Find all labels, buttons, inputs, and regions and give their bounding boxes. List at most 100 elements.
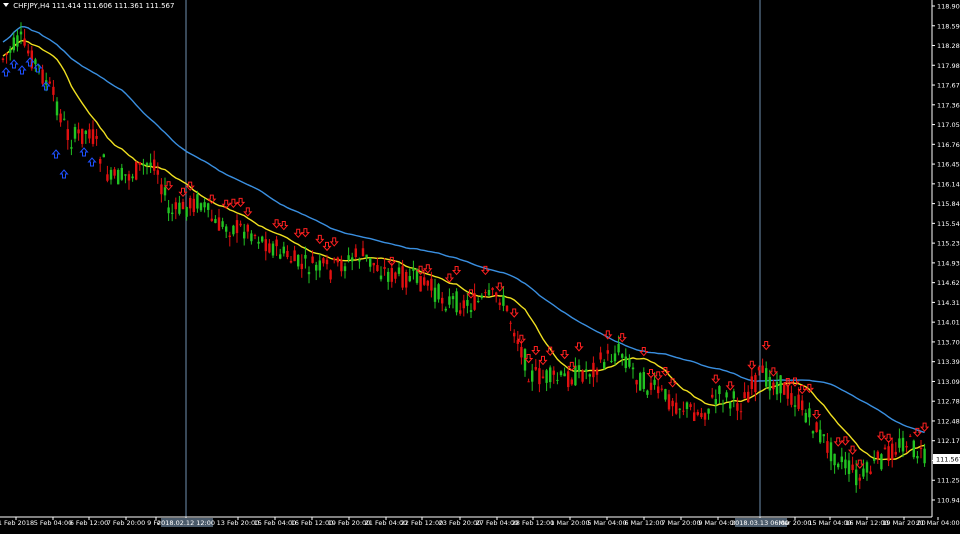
chart-header: CHFJPY,H4 111.414 111.606 111.361 111.56… xyxy=(3,2,174,10)
candle-body xyxy=(487,289,491,296)
price-tick-label: 113.700 xyxy=(937,338,960,346)
candle-body xyxy=(1,58,5,61)
candle-body xyxy=(534,367,537,370)
candle-body xyxy=(894,451,897,455)
price-tick-label: 116.455 xyxy=(937,161,960,169)
buy-arrow-icon xyxy=(87,157,97,167)
candle-body xyxy=(581,370,584,382)
candle-body xyxy=(513,332,516,337)
candle-body xyxy=(725,392,728,398)
sell-arrow-icon xyxy=(790,377,800,387)
candle-body xyxy=(163,187,167,196)
candle-body xyxy=(286,250,289,258)
price-tick-label: 114.010 xyxy=(937,319,960,327)
price-axis[interactable]: 118.905 118.595 118.285 117.985 117.675 117.3… xyxy=(931,0,960,517)
candle-body xyxy=(923,448,926,464)
candle-body xyxy=(394,272,397,279)
sell-arrow-icon xyxy=(228,198,239,209)
candle-body xyxy=(891,443,894,460)
sell-arrow-icon xyxy=(653,371,663,381)
sell-arrow-icon xyxy=(322,241,332,252)
sell-arrow-icon xyxy=(919,422,930,432)
candle-body xyxy=(613,353,617,362)
candle-body xyxy=(797,394,800,409)
candle-body xyxy=(279,254,282,259)
price-tick-label: 115.540 xyxy=(937,220,960,228)
candle-body xyxy=(23,38,26,46)
candle-body xyxy=(466,299,469,306)
candle-body xyxy=(459,310,462,314)
sell-arrow-icon xyxy=(279,221,289,231)
candle-body xyxy=(99,159,102,164)
candle-body xyxy=(358,259,361,262)
price-tick-label: 117.055 xyxy=(937,121,960,129)
price-tick-label: 114.315 xyxy=(937,299,960,307)
candle-body xyxy=(552,370,555,375)
sell-arrow-icon xyxy=(538,355,548,366)
candle-body xyxy=(336,257,339,263)
time-tick-label: 2018.02.12 12:00 xyxy=(157,519,215,527)
price-tick-label: 113.090 xyxy=(937,378,960,386)
price-tick-label: 118.905 xyxy=(937,3,960,11)
sell-arrow-icon xyxy=(509,308,519,318)
candle-body xyxy=(592,362,595,378)
candle-body xyxy=(811,431,815,434)
current-price-label: 111.567 xyxy=(936,456,960,464)
candle-body xyxy=(318,260,321,271)
candle-body xyxy=(149,162,152,167)
sell-arrow-icon xyxy=(271,219,282,229)
candle-body xyxy=(196,194,199,209)
price-tick-label: 111.255 xyxy=(937,477,960,485)
candle-body xyxy=(387,271,390,282)
sell-arrow-icon xyxy=(617,333,627,343)
candle-body xyxy=(631,367,635,370)
candle-body xyxy=(16,35,19,47)
candle-body xyxy=(311,256,314,263)
candle-body xyxy=(570,379,573,385)
candle-body xyxy=(750,376,753,390)
candle-body xyxy=(610,360,613,362)
candle-body xyxy=(156,170,159,175)
sell-arrow-icon xyxy=(495,282,505,292)
chart-window[interactable]: 118.905 118.595 118.285 117.985 117.675 117.3… xyxy=(0,0,960,530)
sell-arrow-icon xyxy=(840,436,851,446)
candle-body xyxy=(34,59,37,65)
candle-body xyxy=(52,86,55,95)
candle-body xyxy=(167,207,170,214)
time-tick-label: 28 Feb 12:00 xyxy=(512,519,555,527)
candle-body xyxy=(12,37,15,51)
candle-body xyxy=(426,280,429,286)
candle-body xyxy=(761,365,764,373)
candle-body xyxy=(693,412,696,422)
time-axis[interactable]: 1 Feb 2018 5 Feb 04:006 Feb 12:007 Feb 20… xyxy=(0,516,960,527)
candle-body xyxy=(365,254,368,258)
candle-body xyxy=(502,295,505,306)
time-tick-label: 1 Mar 20:00 xyxy=(550,519,589,527)
candle-body xyxy=(113,169,116,176)
sell-arrow-icon xyxy=(768,367,779,377)
candle-body xyxy=(909,435,912,437)
price-chart[interactable]: 118.905 118.595 118.285 117.985 117.675 117.3… xyxy=(0,0,960,530)
candle-body xyxy=(739,411,743,413)
candle-body xyxy=(815,422,818,433)
price-tick-label: 113.395 xyxy=(937,358,960,366)
candle-body xyxy=(433,287,437,302)
price-tick-label: 118.285 xyxy=(937,42,960,50)
price-tick-label: 118.595 xyxy=(937,22,960,30)
candle-body xyxy=(826,441,829,453)
candlesticks xyxy=(1,22,926,493)
chart-menu-triangle-icon[interactable] xyxy=(3,3,9,7)
candle-body xyxy=(207,203,210,210)
buy-arrow-icon xyxy=(17,65,27,75)
candle-body xyxy=(423,277,426,285)
signal-arrows xyxy=(1,57,930,469)
slow-moving-average xyxy=(2,25,925,434)
candle-body xyxy=(675,402,678,414)
candle-body xyxy=(376,265,379,272)
candle-body xyxy=(559,371,563,376)
candle-body xyxy=(412,268,415,271)
candle-body xyxy=(66,129,69,140)
candle-body xyxy=(405,271,408,288)
candle-body xyxy=(369,257,372,267)
candle-body xyxy=(383,267,386,269)
